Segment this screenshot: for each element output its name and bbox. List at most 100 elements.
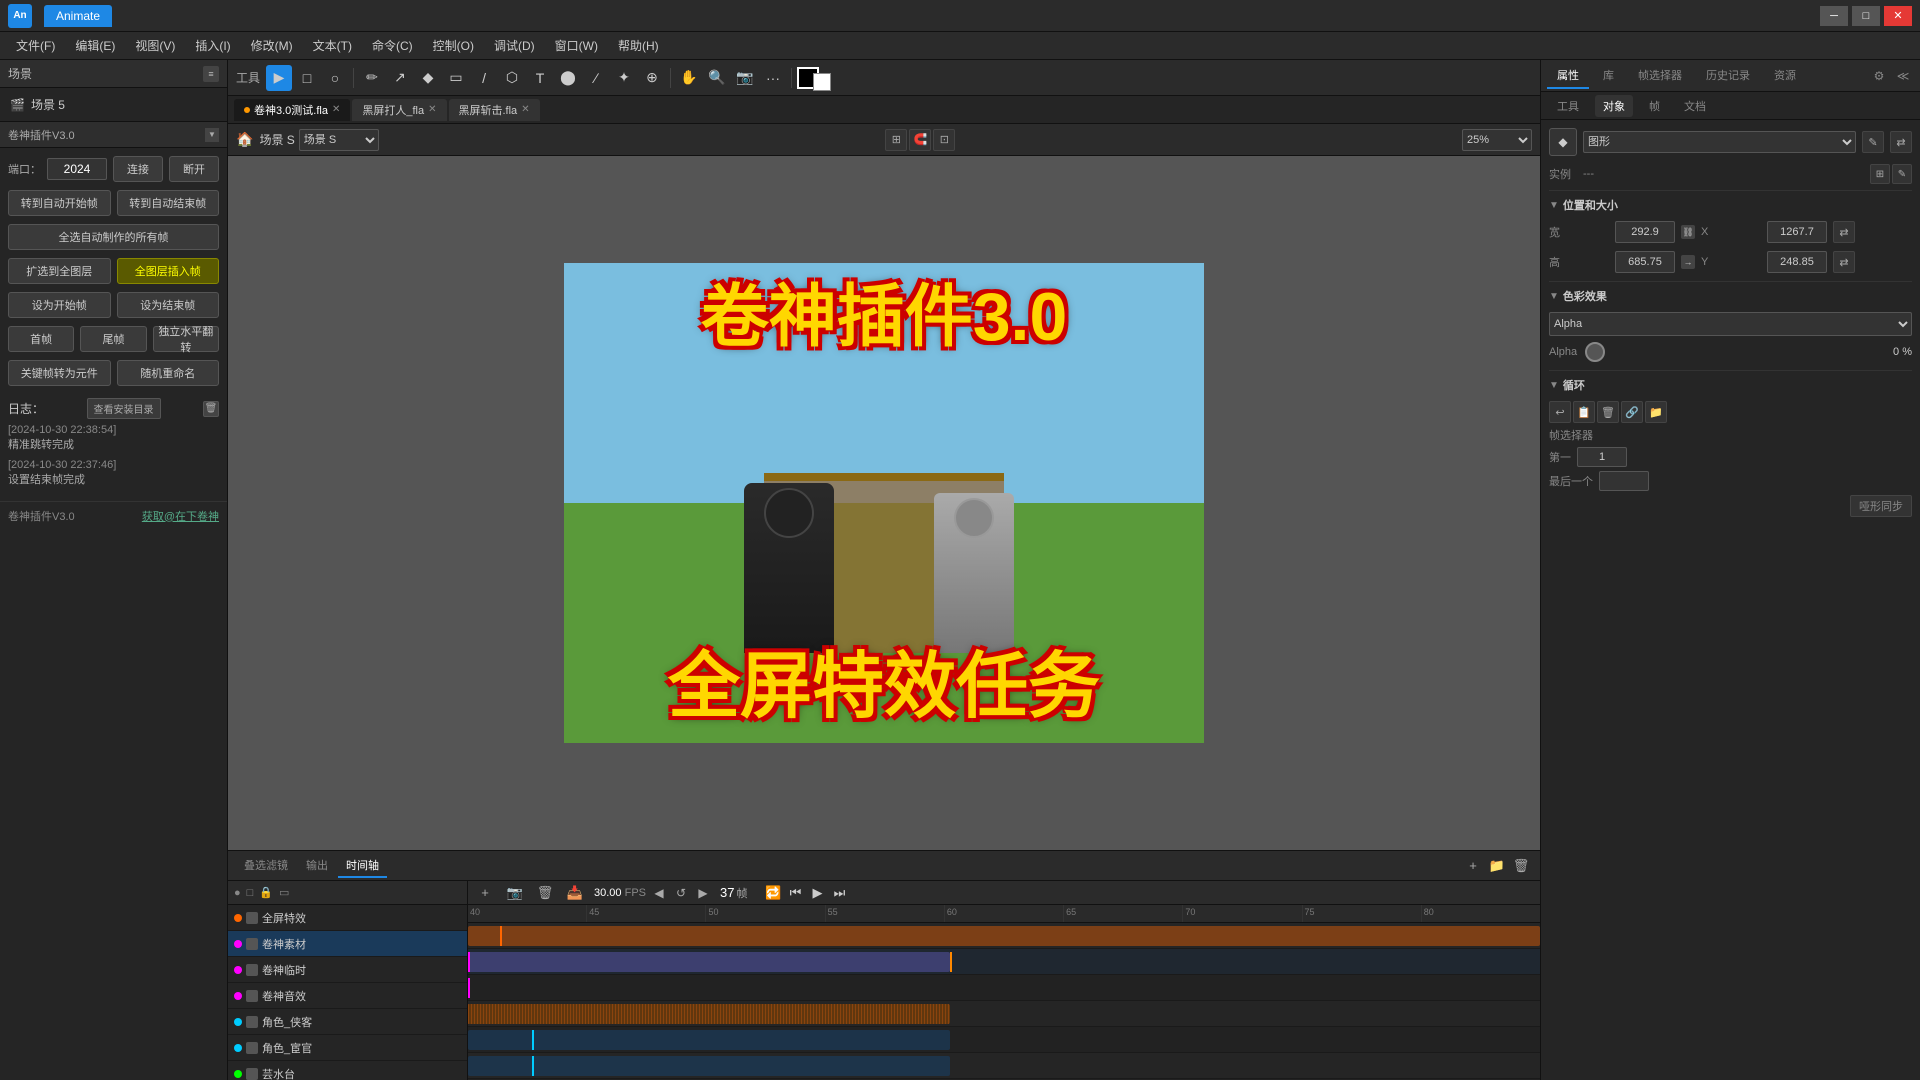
snap-magnet-button[interactable]: 🧲 — [909, 129, 931, 151]
link-proportions-icon[interactable]: ⛓ — [1681, 225, 1695, 239]
tab-timeline[interactable]: 时间轴 — [338, 854, 387, 878]
connect-button[interactable]: 连接 — [113, 156, 163, 182]
doc-tab-close-3[interactable]: ✕ — [521, 104, 529, 115]
menu-file[interactable]: 文件(F) — [8, 34, 63, 57]
color-type-select[interactable]: Alpha 亮度 色调 高级 — [1549, 312, 1912, 336]
menu-edit[interactable]: 编辑(E) — [67, 34, 123, 57]
loop-section-header[interactable]: ▼ 循环 — [1549, 377, 1912, 393]
tool-pencil[interactable]: ↗ — [387, 65, 413, 91]
last-button[interactable]: 尾帧 — [80, 326, 146, 352]
canvas-content[interactable]: 卷神插件3.0 全屏特效任务 — [228, 156, 1540, 850]
tab-assets[interactable]: 资源 — [1764, 63, 1806, 89]
select-all-button[interactable]: 全选自动制作的所有帧 — [8, 224, 219, 250]
tool-subselect[interactable]: □ — [294, 65, 320, 91]
close-button[interactable]: ✕ — [1884, 6, 1912, 26]
color-section-header[interactable]: ▼ 色彩效果 — [1549, 288, 1912, 304]
position-section-header[interactable]: ▼ 位置和大小 — [1549, 197, 1912, 213]
snap-to-grid-button[interactable]: ⊞ — [885, 129, 907, 151]
tl-delete-layer-button[interactable]: 🗑 — [1510, 855, 1532, 877]
tab-properties[interactable]: 属性 — [1547, 63, 1589, 89]
menu-control[interactable]: 控制(O) — [425, 34, 482, 57]
tool-fill[interactable]: ⬤ — [555, 65, 581, 91]
next-keyframe-button[interactable]: ▶ — [694, 884, 712, 902]
layer-row-platform[interactable]: 芸水台 — [228, 1061, 467, 1080]
clip-material[interactable] — [468, 952, 950, 972]
tool-hand[interactable]: ✋ — [676, 65, 702, 91]
instance-icon-btn-2[interactable]: ✎ — [1892, 164, 1912, 184]
doc-tab-3[interactable]: 黑屏斩击.fla ✕ — [449, 99, 540, 121]
camera-icon-button[interactable]: 📷 — [504, 882, 526, 904]
tool-line[interactable]: / — [471, 65, 497, 91]
doc-tab-1[interactable]: 卷神3.0测试.fla ✕ — [234, 99, 350, 121]
x-edit-button[interactable]: ⇄ — [1833, 221, 1855, 243]
right-panel-settings-button[interactable]: ⚙ — [1868, 65, 1890, 87]
x-input[interactable] — [1767, 221, 1827, 243]
doc-tab-close-2[interactable]: ✕ — [428, 104, 436, 115]
width-input[interactable] — [1615, 221, 1675, 243]
tab-filter[interactable]: 叠选滤镜 — [236, 854, 296, 878]
tab-history[interactable]: 历史记录 — [1696, 63, 1760, 89]
rename-button[interactable]: 随机重命名 — [117, 360, 220, 386]
panel-collapse-icon[interactable]: ≡ — [203, 66, 219, 82]
link-height-icon[interactable]: → — [1681, 255, 1695, 269]
layer-row-temp[interactable]: 卷神临时 — [228, 957, 467, 983]
loop-icon-btn-4[interactable]: 🔗 — [1621, 401, 1643, 423]
height-input[interactable] — [1615, 251, 1675, 273]
layer-row-audio[interactable]: 卷神音效 — [228, 983, 467, 1009]
instance-icon-btn-1[interactable]: ⊞ — [1870, 164, 1890, 184]
tool-shape[interactable]: ▭ — [443, 65, 469, 91]
tool-lasso[interactable]: ○ — [322, 65, 348, 91]
subtab-doc[interactable]: 文档 — [1676, 95, 1714, 117]
tool-select[interactable]: ▶ — [266, 65, 292, 91]
layer-row-char2[interactable]: 角色_宦官 — [228, 1035, 467, 1061]
menu-command[interactable]: 命令(C) — [364, 34, 421, 57]
maximize-button[interactable]: □ — [1852, 6, 1880, 26]
layer-row-material[interactable]: 卷神素材 — [228, 931, 467, 957]
tab-output[interactable]: 输出 — [298, 854, 336, 878]
step-back-button[interactable]: ⏮ — [785, 883, 805, 903]
right-panel-collapse-button[interactable]: ≪ — [1892, 65, 1914, 87]
tool-eyedrop[interactable]: ✦ — [611, 65, 637, 91]
clip-fullscreen[interactable] — [468, 926, 1540, 946]
tab-frame-picker[interactable]: 帧选择器 — [1628, 63, 1692, 89]
clip-char2[interactable] — [468, 1056, 950, 1076]
insert-button[interactable]: 全图层插入帧 — [117, 258, 220, 284]
tl-tool-btn-4[interactable]: 📥 — [564, 882, 586, 904]
sync-button[interactable]: 哑形同步 — [1850, 495, 1912, 517]
first-frame-input[interactable] — [1577, 447, 1627, 467]
menu-view[interactable]: 视图(V) — [127, 34, 183, 57]
port-input[interactable] — [47, 158, 107, 180]
minimize-button[interactable]: ─ — [1820, 6, 1848, 26]
set-start-button[interactable]: 设为开始帧 — [8, 292, 111, 318]
tool-pen[interactable]: ✏ — [359, 65, 385, 91]
home-icon[interactable]: 🏠 — [236, 131, 253, 148]
loop-button[interactable]: ↺ — [672, 884, 690, 902]
doc-tab-2[interactable]: 黑屏打人_fla ✕ — [352, 99, 446, 121]
loop-icon-btn-3[interactable]: 🗑 — [1597, 401, 1619, 423]
disconnect-button[interactable]: 断开 — [169, 156, 219, 182]
expand-button[interactable]: 扩选到全图层 — [8, 258, 111, 284]
tool-stroke[interactable]: ∕ — [583, 65, 609, 91]
plugin-collapse-icon[interactable]: ▼ — [205, 128, 219, 142]
keyframe-button[interactable]: 关键帧转为元件 — [8, 360, 111, 386]
prev-keyframe-button[interactable]: ◀ — [650, 884, 668, 902]
subtab-tool[interactable]: 工具 — [1549, 95, 1587, 117]
shape-edit-button[interactable]: ✎ — [1862, 131, 1884, 153]
doc-tab-close-1[interactable]: ✕ — [332, 104, 340, 115]
loop-icon-btn-2[interactable]: 📋 — [1573, 401, 1595, 423]
loop-icon-btn-1[interactable]: ↩ — [1549, 401, 1571, 423]
subtab-frame[interactable]: 帧 — [1641, 95, 1668, 117]
snap-align-button[interactable]: ⊡ — [933, 129, 955, 151]
layer-row-fullscreen-effect[interactable]: 全屏特效 — [228, 905, 467, 931]
alpha-slider[interactable] — [1585, 342, 1605, 362]
tl-add-folder-button[interactable]: 📁 — [1486, 855, 1508, 877]
layer-row-char1[interactable]: 角色_侠客 — [228, 1009, 467, 1035]
tool-paint[interactable]: ⬡ — [499, 65, 525, 91]
shape-type-select[interactable]: 图形 — [1583, 131, 1856, 153]
y-edit-button[interactable]: ⇄ — [1833, 251, 1855, 273]
flip-button[interactable]: 独立水平翻转 — [153, 326, 219, 352]
menu-modify[interactable]: 修改(M) — [243, 34, 301, 57]
set-end-button[interactable]: 设为结束帧 — [117, 292, 220, 318]
subtab-object[interactable]: 对象 — [1595, 95, 1633, 117]
goto-end-button[interactable]: 转到自动结束帧 — [117, 190, 220, 216]
